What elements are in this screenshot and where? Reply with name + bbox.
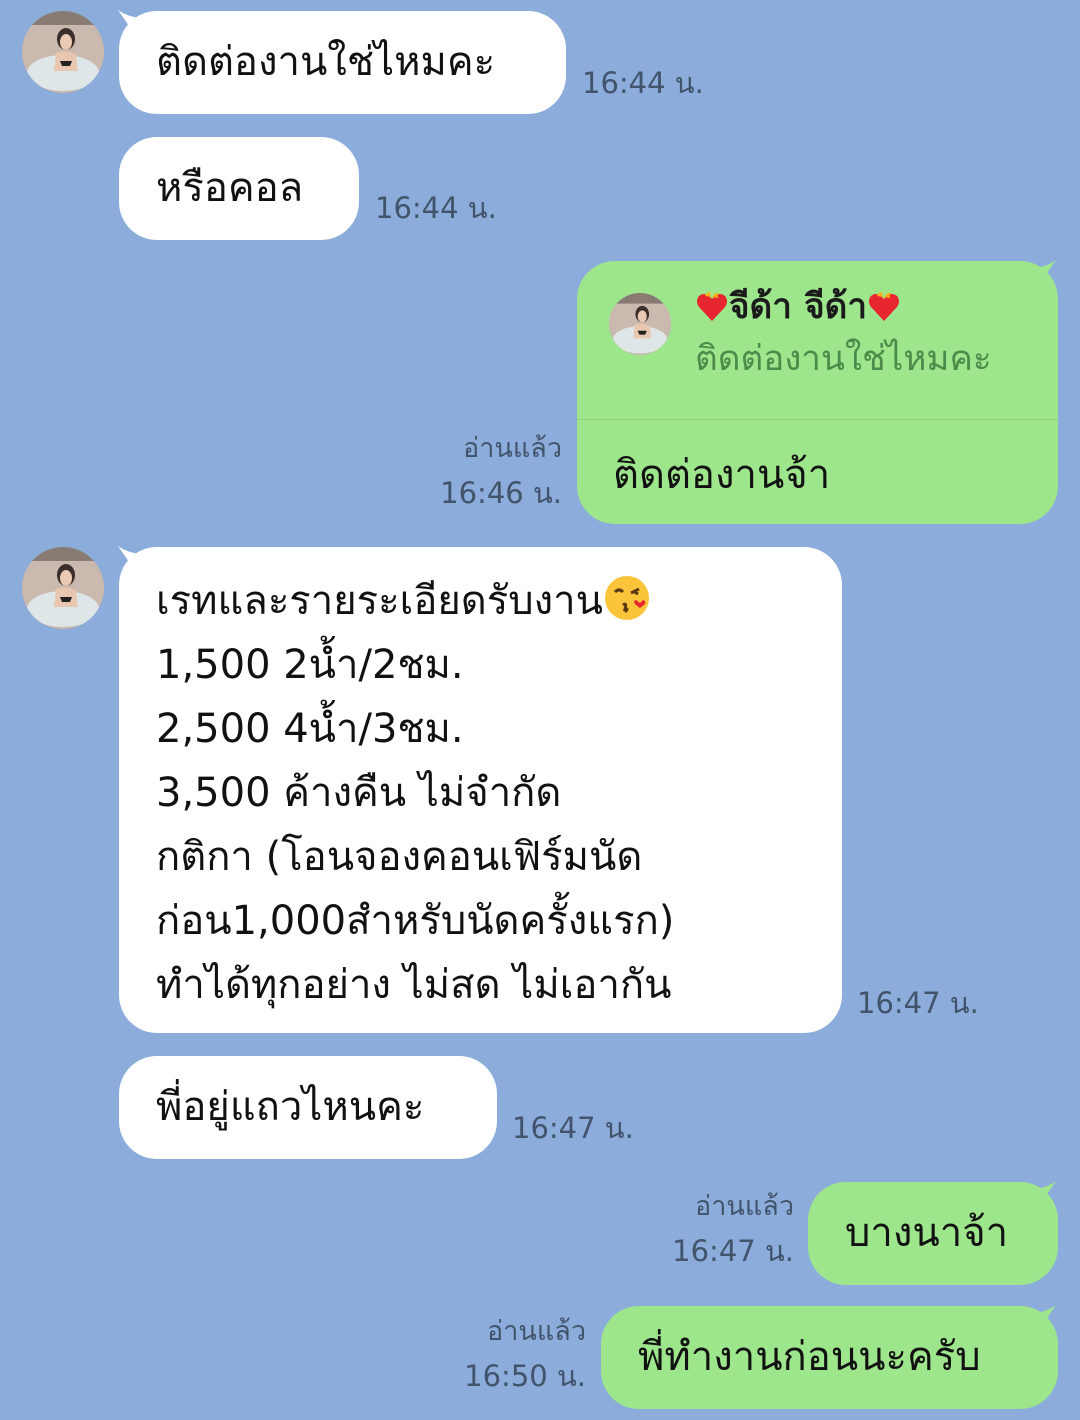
fire-heart-icon xyxy=(868,292,899,321)
message-line: ทำได้ทุกอย่าง ไม่สด ไม่เอากัน xyxy=(156,962,672,1008)
message-line: 3,500 ค้างคืน ไม่จำกัด xyxy=(156,770,562,816)
kissing-face-with-heart-icon xyxy=(604,576,649,620)
message-line: กติกา (โอนจองคอนเฟิร์มนัด xyxy=(156,834,643,880)
contact-avatar[interactable] xyxy=(22,11,104,93)
message-timestamp: 16:47 น. xyxy=(857,986,979,1020)
read-receipt: อ่านแล้ว xyxy=(487,1316,586,1347)
outgoing-message-bubble[interactable]: พี่ทำงานก่อนนะครับ xyxy=(601,1306,1058,1409)
incoming-message-bubble[interactable]: เรทและรายระเอียดรับงาน 1,500 2น้ำ/2ชม. 2… xyxy=(119,547,842,1033)
bubble-tail xyxy=(1036,1305,1056,1331)
bubble-tail xyxy=(118,10,140,36)
message-timestamp: 16:46 น. xyxy=(440,476,562,510)
message-status: อ่านแล้ว 16:46 น. xyxy=(400,432,562,510)
avatar-photo-icon xyxy=(22,547,104,629)
message-text: ติดต่องานใช่ไหมคะ xyxy=(156,39,496,85)
message-text: บางนาจ้า xyxy=(845,1210,1009,1256)
message-text: เรทและรายระเอียดรับงาน xyxy=(156,578,603,624)
read-receipt: อ่านแล้ว xyxy=(695,1191,794,1222)
message-line: เรทและรายระเอียดรับงาน xyxy=(156,569,842,633)
read-receipt: อ่านแล้ว xyxy=(463,433,562,464)
message-line: 2,500 4น้ำ/3ชม. xyxy=(156,706,464,752)
message-timestamp: 16:44 น. xyxy=(582,66,704,100)
bubble-tail xyxy=(1036,1181,1056,1207)
outgoing-message-bubble[interactable]: บางนาจ้า xyxy=(808,1182,1058,1285)
message-line: 1,500 2น้ำ/2ชม. xyxy=(156,642,464,688)
avatar-photo-icon xyxy=(22,11,104,93)
bubble-tail xyxy=(118,546,140,572)
message-timestamp: 16:44 น. xyxy=(375,191,497,225)
reply-quoted-text: ติดต่องานใช่ไหมคะ xyxy=(695,339,992,379)
avatar-photo-icon xyxy=(609,293,671,355)
message-text: พี่ทำงานก่อนนะครับ xyxy=(638,1334,981,1380)
incoming-message-bubble[interactable]: หรือคอล xyxy=(119,137,359,240)
message-timestamp: 16:50 น. xyxy=(464,1359,586,1393)
incoming-message-bubble[interactable]: พี่อยู่แถวไหนคะ xyxy=(119,1056,497,1159)
reply-preview[interactable]: จีด้า จีด้า ติดต่องานใช่ไหมคะ xyxy=(577,261,1058,420)
message-status: อ่านแล้ว 16:47 น. xyxy=(630,1190,794,1268)
reply-sender-name: จีด้า จีด้า xyxy=(695,285,901,329)
message-text: หรือคอล xyxy=(156,165,304,211)
message-text: ติดต่องานจ้า xyxy=(613,452,831,498)
incoming-message-bubble[interactable]: ติดต่องานใช่ไหมคะ xyxy=(119,11,566,114)
reply-avatar xyxy=(609,293,671,355)
message-status: อ่านแล้ว 16:50 น. xyxy=(420,1315,586,1393)
message-timestamp: 16:47 น. xyxy=(672,1234,794,1268)
contact-avatar[interactable] xyxy=(22,547,104,629)
message-text: พี่อยู่แถวไหนคะ xyxy=(156,1084,425,1130)
message-line: ก่อน1,000สำหรับนัดครั้งแรก) xyxy=(156,898,675,944)
fire-heart-icon xyxy=(697,292,727,321)
outgoing-reply-bubble[interactable]: จีด้า จีด้า ติดต่องานใช่ไหมคะ ติดต่องานจ… xyxy=(577,261,1058,524)
message-timestamp: 16:47 น. xyxy=(512,1111,634,1145)
bubble-tail xyxy=(1036,260,1056,286)
chat-view: ติดต่องานใช่ไหมคะ 16:44 น. หรือคอล 16:44… xyxy=(0,0,1080,1420)
reply-sender-name-text: จีด้า จีด้า xyxy=(729,287,867,327)
